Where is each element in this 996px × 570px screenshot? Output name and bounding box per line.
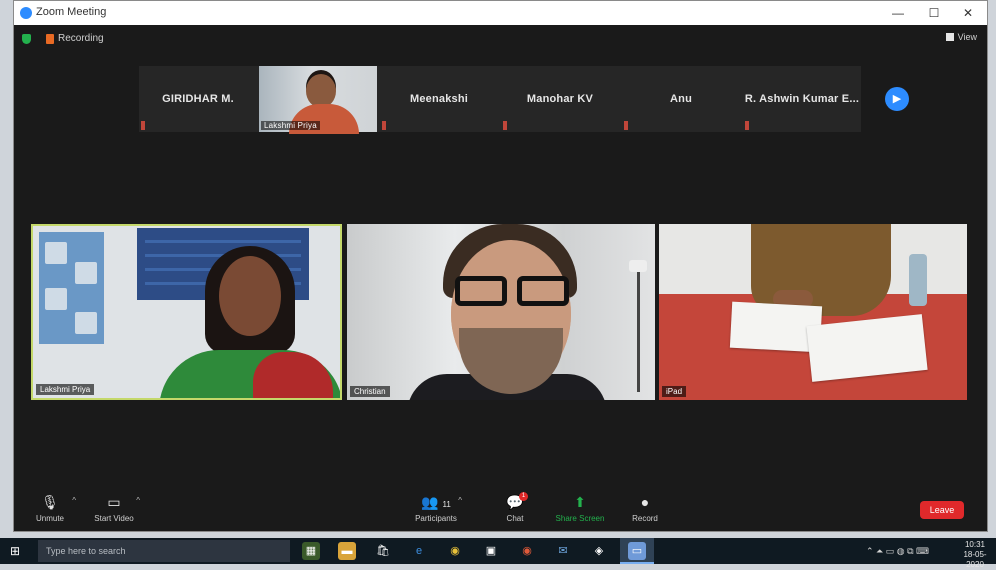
store-icon[interactable]: 🛍 [374,542,392,560]
participant-strip: GIRIDHAR M. Lakshmi Priya Meenakshi Mano… [139,66,861,134]
water-bottle [909,254,927,306]
security-shield-icon[interactable] [22,34,31,44]
poster-photo [75,312,97,334]
muted-mic-icon [382,121,386,130]
outlook-icon[interactable]: ✉ [554,542,572,560]
participants-count: 11 [442,500,451,509]
close-button[interactable]: ✕ [953,4,983,22]
next-page-button[interactable]: ▶ [885,87,909,111]
chrome-icon[interactable]: ◉ [446,542,464,560]
share-label: Share Screen [555,514,605,523]
title-bar: Zoom Meeting — ☐ ✕ [14,1,987,25]
participants-label: Participants [415,514,457,523]
person-arm [751,224,891,316]
leave-meeting-button[interactable]: Leave [920,501,964,519]
view-button[interactable]: View [945,32,977,42]
zoom-app-icon [20,7,32,19]
participant-thumbnail[interactable]: Manohar KV [501,66,619,132]
participant-head [306,74,336,108]
edge-icon[interactable]: e [410,542,428,560]
windows-start-icon[interactable]: ⊞ [10,544,24,558]
chat-icon: 💬 [506,494,524,510]
video-tile-name: Christian [350,386,390,397]
clock-date: 18-05-2020 [963,550,987,569]
glasses-lens [455,276,507,306]
minimize-button[interactable]: — [883,4,913,22]
speaker-saree [253,352,333,398]
chat-label: Chat [506,514,524,523]
gallery-view-icon [945,33,954,41]
video-tile[interactable]: Christian [347,224,655,400]
participant-thumbnail[interactable]: Meenakshi [380,66,498,132]
record-button[interactable]: ● Record [615,494,675,523]
maximize-button[interactable]: ☐ [919,4,949,22]
participants-button[interactable]: 👥 11 ^ Participants [406,494,466,523]
share-screen-icon: ⬆ [574,494,586,510]
mute-button[interactable]: 🎙 ^ Unmute [20,494,80,523]
recording-icon [46,34,54,44]
video-label: Start Video [94,514,134,523]
media-player-icon[interactable]: ◉ [518,542,536,560]
video-tile[interactable]: iPad [659,224,967,400]
recording-label: Recording [58,33,104,44]
windows-taskbar: ⊞ Type here to search ▦ ▬ 🛍 e ◉ ▣ ◉ ✉ ◈ … [0,538,996,569]
caret-up-icon[interactable]: ^ [136,496,140,505]
participant-name: Anu [670,93,692,105]
photos-icon[interactable]: ▣ [482,542,500,560]
wall-poster [39,232,104,344]
app-icon[interactable]: ◈ [590,542,608,560]
window-title: Zoom Meeting [36,6,107,18]
muted-mic-icon [624,121,628,130]
meeting-top-bar: Recording View [14,25,987,53]
video-off-icon: ▭ [107,494,121,510]
system-tray[interactable]: ⌃ ⏶ ▭ ◍ ⧉ ⌨ [866,546,929,557]
zoom-taskbar-icon: ▭ [628,542,646,560]
view-label: View [957,32,977,42]
task-view-icon[interactable]: ▦ [302,542,320,560]
caret-up-icon[interactable]: ^ [72,496,76,505]
poster-photo [75,262,97,284]
record-icon: ● [640,494,650,510]
video-tile-active-speaker[interactable]: Lakshmi Priya [31,224,342,400]
participant-thumbnail[interactable]: R. Ashwin Kumar E... [743,66,861,132]
participant-thumbnail[interactable]: GIRIDHAR M. [139,66,257,132]
video-tile-name: iPad [662,386,687,397]
muted-mic-icon: 🎙 [41,494,59,510]
record-label: Record [632,514,658,523]
mute-label: Unmute [35,514,64,523]
participant-name: Manohar KV [526,93,594,105]
participant-name: Lakshmi Priya [261,121,320,130]
zoom-window: Zoom Meeting — ☐ ✕ Recording View GIRIDH… [13,0,988,532]
desk-lamp [629,260,647,272]
poster-photo [45,288,67,310]
poster-photo [45,242,67,264]
chevron-right-icon: ▶ [892,93,902,105]
participant-thumbnail[interactable]: Anu [622,66,740,132]
start-video-button[interactable]: ▭ ^ Start Video [84,494,144,523]
participant-name: R. Ashwin Kumar E... [744,93,860,105]
lamp-pole [637,272,640,392]
taskbar-clock[interactable]: 10:31 18-05-2020 [958,540,992,570]
video-tile-name: Lakshmi Priya [36,384,95,395]
participants-icon: 👥 11 [421,494,451,510]
share-screen-button[interactable]: ⬆ Share Screen [550,494,610,523]
chat-button[interactable]: 💬 1 Chat [485,492,545,523]
muted-mic-icon [745,121,749,130]
taskbar-search-box[interactable]: Type here to search [38,540,290,562]
participant-name: GIRIDHAR M. [162,93,234,105]
clock-time: 10:31 [964,540,986,549]
caret-up-icon[interactable]: ^ [458,496,462,505]
participant-thumbnail-video[interactable]: Lakshmi Priya [259,66,377,134]
speaker-face [219,256,281,336]
glasses [455,276,579,310]
chat-badge: 1 [519,492,528,501]
board-line [145,240,301,243]
zoom-taskbar-button[interactable]: ▭ [620,538,654,564]
muted-mic-icon [141,121,145,130]
muted-mic-icon [503,121,507,130]
file-explorer-icon[interactable]: ▬ [338,542,356,560]
participant-name: Meenakshi [409,93,469,105]
glasses-lens [517,276,569,306]
